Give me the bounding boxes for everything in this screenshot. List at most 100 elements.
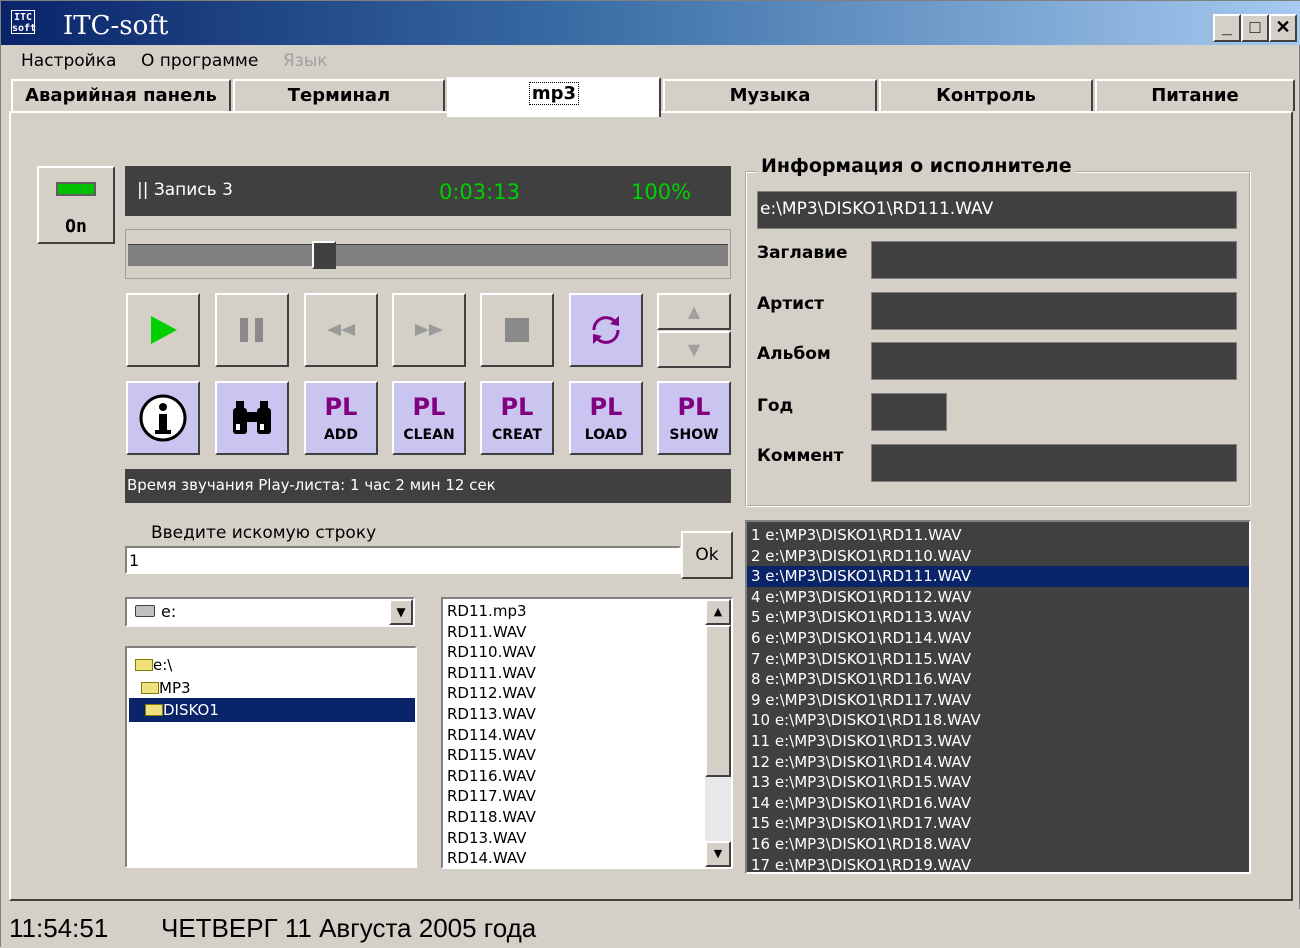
folder-label: e:\ (153, 656, 173, 674)
folder-item[interactable]: MP3 (141, 677, 191, 699)
playlist-item[interactable]: 1 e:\MP3\DISKO1\RD11.WAV (747, 525, 1249, 546)
pl-load-button[interactable]: PL LOAD (569, 381, 643, 455)
itc-logo-icon: ITC soft (11, 10, 37, 34)
pl-clean-button[interactable]: PL CLEAN (392, 381, 466, 455)
menu-bar: Настройка О программе Язык (1, 47, 1300, 75)
file-item[interactable]: RD115.WAV (447, 745, 536, 766)
pause-button[interactable] (215, 293, 289, 367)
file-item[interactable]: RD14.WAV (447, 848, 536, 867)
tab-emergency-panel[interactable]: Аварийная панель (11, 79, 231, 111)
playlist-item[interactable]: 12 e:\MP3\DISKO1\RD14.WAV (747, 752, 1249, 773)
playlist-item[interactable]: 16 e:\MP3\DISKO1\RD18.WAV (747, 834, 1249, 855)
playlist-item[interactable]: 8 e:\MP3\DISKO1\RD116.WAV (747, 669, 1249, 690)
stop-button[interactable] (480, 293, 554, 367)
artist-field[interactable] (871, 292, 1237, 330)
file-item[interactable]: RD11.WAV (447, 622, 536, 643)
playlist-item[interactable]: 14 e:\MP3\DISKO1\RD16.WAV (747, 793, 1249, 814)
folder-item-selected[interactable]: DISKO1 (129, 698, 415, 722)
title-field[interactable] (871, 241, 1237, 279)
playlist-list[interactable]: 1 e:\MP3\DISKO1\RD11.WAV 2 e:\MP3\DISKO1\… (745, 520, 1251, 874)
file-item[interactable]: RD114.WAV (447, 725, 536, 746)
playlist-item[interactable]: 2 e:\MP3\DISKO1\RD110.WAV (747, 546, 1249, 567)
scroll-thumb[interactable] (705, 625, 731, 777)
playlist-item[interactable]: 10 e:\MP3\DISKO1\RD118.WAV (747, 710, 1249, 731)
play-button[interactable] (126, 293, 200, 367)
search-input[interactable] (125, 546, 681, 574)
file-item[interactable]: RD117.WAV (447, 786, 536, 807)
seek-thumb[interactable] (312, 241, 337, 269)
chevron-down-icon[interactable]: ▼ (389, 599, 413, 625)
search-ok-button[interactable]: Ok (681, 531, 733, 579)
pl-clean-bottom: CLEAN (403, 427, 455, 443)
playlist-item[interactable]: 17 e:\MP3\DISKO1\RD19.WAV (747, 855, 1249, 873)
album-label: Альбом (757, 344, 831, 364)
menu-settings[interactable]: Настройка (21, 51, 116, 71)
tab-control[interactable]: Контроль (879, 79, 1093, 111)
folder-tree[interactable]: e:\ MP3 DISKO1 (125, 646, 417, 868)
playlist-item[interactable]: 9 e:\MP3\DISKO1\RD117.WAV (747, 690, 1249, 711)
drive-icon (135, 605, 155, 617)
playlist-item[interactable]: 6 e:\MP3\DISKO1\RD114.WAV (747, 628, 1249, 649)
file-item[interactable]: RD116.WAV (447, 766, 536, 787)
folder-open-icon (135, 659, 153, 671)
album-field[interactable] (871, 342, 1237, 380)
folder-label: MP3 (159, 679, 191, 697)
playlist-duration: Время звучания Play-листа: 1 час 2 мин 1… (125, 469, 731, 503)
year-field[interactable] (871, 393, 947, 431)
power-on-button[interactable]: On (37, 166, 115, 244)
file-list-scrollbar[interactable]: ▲ ▼ (705, 599, 731, 867)
rewind-button[interactable] (304, 293, 378, 367)
seek-slider[interactable] (125, 229, 731, 279)
tab-power[interactable]: Питание (1095, 79, 1295, 111)
info-icon (139, 394, 187, 442)
pl-creat-bottom: CREAT (492, 427, 542, 443)
file-item[interactable]: RD111.WAV (447, 663, 536, 684)
info-button[interactable] (126, 381, 200, 455)
player-status: || Запись 3 (137, 180, 233, 200)
maximize-button[interactable]: □ (1241, 14, 1269, 42)
tab-music[interactable]: Музыка (663, 79, 877, 111)
playlist-item[interactable]: 5 e:\MP3\DISKO1\RD113.WAV (747, 607, 1249, 628)
title-bar[interactable]: ITC soft ITC-soft _ □ ✕ (1, 1, 1300, 45)
fast-forward-button[interactable] (392, 293, 466, 367)
file-list[interactable]: RD11.mp3 RD11.WAV RD110.WAV RD111.WAV RD112.… (441, 597, 733, 869)
folder-label: DISKO1 (163, 701, 219, 719)
file-item[interactable]: RD118.WAV (447, 807, 536, 828)
close-button[interactable]: ✕ (1269, 14, 1297, 42)
scroll-up-arrow-icon[interactable]: ▲ (705, 599, 731, 625)
scroll-down-button[interactable]: ▼ (657, 331, 731, 368)
drive-select[interactable]: e: ▼ (125, 597, 415, 627)
tab-mp3[interactable]: mp3 (447, 77, 661, 117)
search-button[interactable] (215, 381, 289, 455)
binoculars-icon (233, 401, 271, 434)
year-label: Год (757, 396, 794, 416)
artist-label: Артист (757, 294, 825, 314)
scroll-down-arrow-icon[interactable]: ▼ (705, 841, 731, 867)
file-item[interactable]: RD110.WAV (447, 642, 536, 663)
file-item[interactable]: RD11.mp3 (447, 601, 536, 622)
arrow-down-icon: ▼ (687, 340, 701, 359)
pl-show-button[interactable]: PL SHOW (657, 381, 731, 455)
rewind-icon (327, 324, 355, 336)
tab-terminal[interactable]: Терминал (233, 79, 445, 111)
comment-field[interactable] (871, 444, 1237, 482)
repeat-button[interactable] (569, 293, 643, 367)
folder-open-icon (141, 682, 159, 694)
file-item[interactable]: RD112.WAV (447, 683, 536, 704)
search-label: Введите искомую строку (151, 523, 377, 543)
playlist-item[interactable]: 13 e:\MP3\DISKO1\RD15.WAV (747, 772, 1249, 793)
pl-creat-button[interactable]: PL CREAT (480, 381, 554, 455)
playlist-item[interactable]: 15 e:\MP3\DISKO1\RD17.WAV (747, 813, 1249, 834)
minimize-button[interactable]: _ (1213, 14, 1241, 42)
playlist-items: 1 e:\MP3\DISKO1\RD11.WAV 2 e:\MP3\DISKO1\… (747, 525, 1249, 873)
playlist-item-selected[interactable]: 3 e:\MP3\DISKO1\RD111.WAV (747, 566, 1249, 587)
file-item[interactable]: RD113.WAV (447, 704, 536, 725)
menu-about[interactable]: О программе (141, 51, 258, 71)
playlist-item[interactable]: 7 e:\MP3\DISKO1\RD115.WAV (747, 649, 1249, 670)
playlist-item[interactable]: 4 e:\MP3\DISKO1\RD112.WAV (747, 587, 1249, 608)
scroll-up-button[interactable]: ▲ (657, 293, 731, 330)
folder-item[interactable]: e:\ (135, 654, 172, 676)
playlist-item[interactable]: 11 e:\MP3\DISKO1\RD13.WAV (747, 731, 1249, 752)
pl-add-button[interactable]: PL ADD (304, 381, 378, 455)
file-item[interactable]: RD13.WAV (447, 828, 536, 849)
